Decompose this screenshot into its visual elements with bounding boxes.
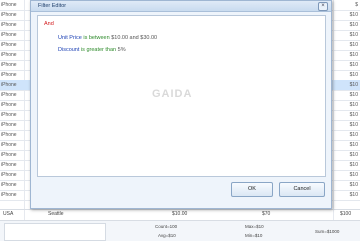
cell-value: $10 [349, 52, 358, 58]
summary-min: Min=$10 [245, 233, 263, 238]
condition-field[interactable]: Discount [58, 47, 79, 53]
filter-condition[interactable]: Unit Price is between $10.00 and $30.00 [58, 35, 157, 41]
cell-value: $10 [349, 122, 358, 128]
condition-operator[interactable]: is greater than [81, 47, 116, 53]
cell-product: iPhone [1, 92, 17, 98]
filter-editor-dialog: Filter Editor × And Unit Price is betwee… [30, 0, 332, 209]
cell-value: $10 [349, 132, 358, 138]
dialog-titlebar[interactable]: Filter Editor × [31, 1, 331, 12]
cell-price: $10.00 [172, 211, 188, 217]
cell-product: iPhone [1, 102, 17, 108]
filter-editor-area[interactable]: And Unit Price is between $10.00 and $30… [37, 15, 326, 177]
condition-field[interactable]: Unit Price [58, 35, 82, 41]
cell-product: iPhone [1, 172, 17, 178]
cell-value: $10 [349, 32, 358, 38]
cell-country: USA [3, 211, 14, 217]
cancel-button[interactable]: Cancel [279, 182, 325, 197]
summary-sum: Sum=$1000 [315, 229, 340, 234]
summary-row: Count=100 Avg=$10 Max=$10 Min=$10 Sum=$1… [0, 220, 360, 241]
cell-product: iPhone [1, 182, 17, 188]
cell-value: $10 [349, 42, 358, 48]
condition-value[interactable]: 5% [118, 47, 126, 53]
cell-value: $10 [349, 142, 358, 148]
cell-value: $10 [349, 62, 358, 68]
cell-value: $10 [349, 92, 358, 98]
group-operator[interactable]: And [44, 21, 54, 27]
summary-max: Max=$10 [245, 224, 264, 229]
cell-value: $10 [349, 112, 358, 118]
condition-operator[interactable]: is between [83, 35, 109, 41]
cell-product: iPhone [1, 142, 17, 148]
cell-product: iPhone [1, 62, 17, 68]
cell-value: $10 [349, 82, 358, 88]
summary-count: Count=100 [155, 224, 178, 229]
cell-product: iPhone [1, 82, 17, 88]
cell-value: $10 [349, 72, 358, 78]
ok-button[interactable]: OK [231, 182, 273, 197]
cell-total: $100 [340, 211, 352, 217]
cell-product: iPhone [1, 132, 17, 138]
cell-city: Seattle [48, 211, 64, 217]
cell-amount: $70 [262, 211, 271, 217]
cell-product: iPhone [1, 192, 17, 198]
cell-value: $10 [349, 102, 358, 108]
condition-value[interactable]: $10.00 and $30.00 [111, 35, 157, 41]
close-button[interactable]: × [318, 2, 328, 11]
cell-product: iPhone [1, 2, 17, 8]
cell-product: iPhone [1, 52, 17, 58]
cell-product: iPhone [1, 22, 17, 28]
cell-value: $10 [349, 172, 358, 178]
summary-avg: Avg=$10 [158, 233, 176, 238]
cell-value: $10 [349, 182, 358, 188]
dialog-title: Filter Editor [38, 3, 67, 9]
cell-product: iPhone [1, 42, 17, 48]
filter-condition[interactable]: Discount is greater than 5% [58, 47, 126, 53]
cell-value: $10 [349, 162, 358, 168]
cell-product: iPhone [1, 122, 17, 128]
cell-product: iPhone [1, 72, 17, 78]
cell-product: iPhone [1, 32, 17, 38]
cell-value: $ [355, 2, 358, 8]
summary-box [4, 223, 106, 241]
cell-value: $10 [349, 22, 358, 28]
cell-value: $10 [349, 192, 358, 198]
cell-product: iPhone [1, 162, 17, 168]
table-row[interactable]: USA Seattle $10.00 $70 $100 [0, 209, 360, 218]
cell-product: iPhone [1, 152, 17, 158]
cell-product: iPhone [1, 112, 17, 118]
watermark: GAIDA [152, 88, 193, 100]
cell-value: $10 [349, 152, 358, 158]
cell-product: iPhone [1, 12, 17, 18]
cell-value: $10 [349, 12, 358, 18]
